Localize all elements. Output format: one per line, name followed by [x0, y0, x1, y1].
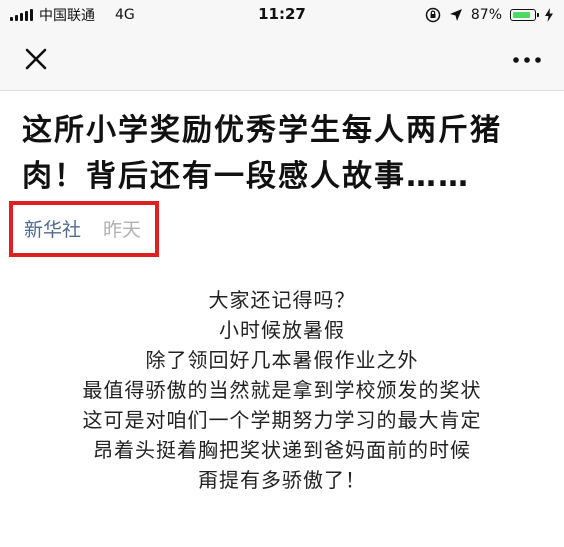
- article-source-link[interactable]: 新华社: [24, 215, 81, 242]
- article-body: 大家还记得吗？ 小时候放暑假 除了领回好几本暑假作业之外 最值得骄傲的当然就是拿…: [0, 285, 564, 495]
- more-icon[interactable]: [512, 50, 542, 70]
- charging-icon: [545, 8, 553, 22]
- status-right: 87%: [425, 5, 554, 25]
- battery-icon: [510, 9, 539, 21]
- body-line: 除了领回好几本暑假作业之外: [145, 348, 419, 372]
- body-line: 大家还记得吗？: [208, 288, 356, 312]
- battery-percent: 87%: [470, 7, 502, 23]
- article-title: 这所小学奖励优秀学生每人两斤猪肉！背后还有一段感人故事……: [22, 113, 502, 194]
- body-line: 昂着头挺着胸把奖状递到爸妈面前的时候: [93, 438, 471, 462]
- close-icon[interactable]: [22, 45, 50, 73]
- body-line: 甭提有多骄傲了！: [198, 468, 366, 492]
- rotation-lock-icon: [425, 7, 441, 23]
- article-date: 昨天: [103, 219, 142, 241]
- battery-fill: [513, 12, 530, 18]
- nav-bar: [0, 30, 564, 91]
- body-line: 小时候放暑假: [219, 318, 345, 342]
- body-line: 最值得骄傲的当然就是拿到学校颁发的奖状: [82, 378, 482, 402]
- status-bar: 中国联通 4G 11:27 87%: [0, 0, 564, 30]
- location-icon: [449, 9, 462, 21]
- body-line: 这可是对咱们一个学期努力学习的最大肯定: [82, 408, 482, 432]
